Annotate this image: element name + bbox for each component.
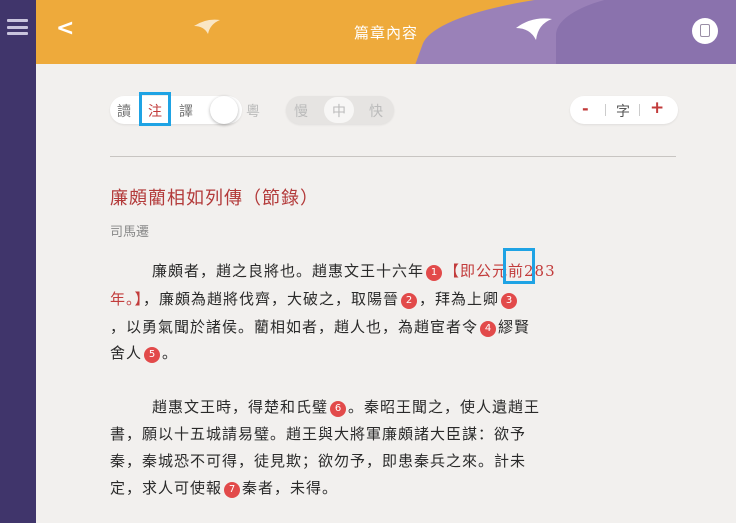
article-author: 司馬遷 xyxy=(110,225,150,240)
font-divider-2 xyxy=(639,104,640,116)
header-bar: < 篇章內容 xyxy=(36,0,736,64)
mode-translate-tab[interactable]: 譯 xyxy=(179,101,193,121)
text-segment: 定，求人可使報 xyxy=(110,479,223,497)
annotation-marker-2[interactable]: 2 xyxy=(401,293,418,309)
text-segment: 。秦昭王聞之，使人遺趙王 xyxy=(348,398,541,416)
sidebar xyxy=(0,0,36,523)
highlight-box-note xyxy=(503,248,535,284)
text-segment: ，以勇氣聞於諸侯。藺相如者，趙人也，為趙宦者令 xyxy=(110,318,479,336)
annotation-text: 年。】 xyxy=(110,290,144,308)
font-divider xyxy=(605,104,606,116)
page-title: 篇章內容 xyxy=(353,24,418,42)
text-line: 秦，秦城恐不可得，徒見欺；欲勿予，即患秦兵之來。計未 xyxy=(110,452,527,470)
text-segment: ，廉頗為趙將伐齊，大破之，取陽晉 xyxy=(143,290,400,308)
annotation-marker-5[interactable]: 5 xyxy=(144,347,161,363)
annotation-marker-4[interactable]: 4 xyxy=(480,321,497,337)
notes-button[interactable] xyxy=(692,18,718,44)
text-segment: 繆賢 xyxy=(498,318,531,336)
font-label: 字 xyxy=(616,104,630,120)
bird-logo-icon-right xyxy=(516,18,552,40)
highlight-box xyxy=(139,92,171,126)
mode-read-tab[interactable]: 讀 xyxy=(117,101,131,121)
speed-fast[interactable]: 快 xyxy=(369,101,383,121)
text-segment: ，拜為上卿 xyxy=(419,290,500,308)
text-line: 趙惠文王時，得楚和氏璧 6 。秦昭王聞之，使人遺趙王 xyxy=(152,396,540,417)
text-line: 年。】，廉頗為趙將伐齊，大破之，取陽晉 2 ，拜為上卿 3 xyxy=(110,288,519,309)
font-decrease-button[interactable]: - xyxy=(582,99,589,118)
toggle-knob[interactable] xyxy=(210,96,238,124)
cantonese-label: 粵 xyxy=(246,104,260,120)
annotation-marker-6[interactable]: 6 xyxy=(330,401,347,417)
font-increase-button[interactable]: + xyxy=(650,98,664,118)
menu-icon[interactable] xyxy=(7,19,28,35)
content-area: 讀 注 譯 粵 慢 中 快 - 字 + 廉頗藺相如列傳（節錄） 司馬遷 廉頗者，… xyxy=(36,64,736,523)
text-segment: 廉頗者，趙之良將也。趙惠文王十六年 xyxy=(152,262,425,280)
text-line: 定，求人可使報 7 秦者，未得。 xyxy=(110,477,338,498)
article-title: 廉頗藺相如列傳（節錄） xyxy=(110,188,319,209)
text-segment: 。 xyxy=(162,344,179,362)
text-line: 書，願以十五城請易璧。趙王與大將軍廉頗諸大臣謀：欲予 xyxy=(110,425,527,443)
text-segment: 秦者，未得。 xyxy=(242,479,339,497)
annotation-marker-3[interactable]: 3 xyxy=(501,293,518,309)
text-line: ，以勇氣聞於諸侯。藺相如者，趙人也，為趙宦者令 4 繆賢 xyxy=(110,316,530,337)
text-segment: 舍人 xyxy=(110,344,143,362)
annotation-marker-1[interactable]: 1 xyxy=(426,265,443,281)
text-segment: 趙惠文王時，得楚和氏璧 xyxy=(152,398,329,416)
annotation-text: 【即公元前283 xyxy=(444,262,556,280)
annotation-marker-7[interactable]: 7 xyxy=(224,482,241,498)
divider xyxy=(110,156,676,157)
text-line: 廉頗者，趙之良將也。趙惠文王十六年 1 【即公元前283 xyxy=(152,260,556,281)
note-icon xyxy=(700,24,710,37)
speed-mid[interactable]: 中 xyxy=(332,101,346,121)
speed-slow[interactable]: 慢 xyxy=(294,101,308,121)
text-line: 舍人 5。 xyxy=(110,342,178,363)
